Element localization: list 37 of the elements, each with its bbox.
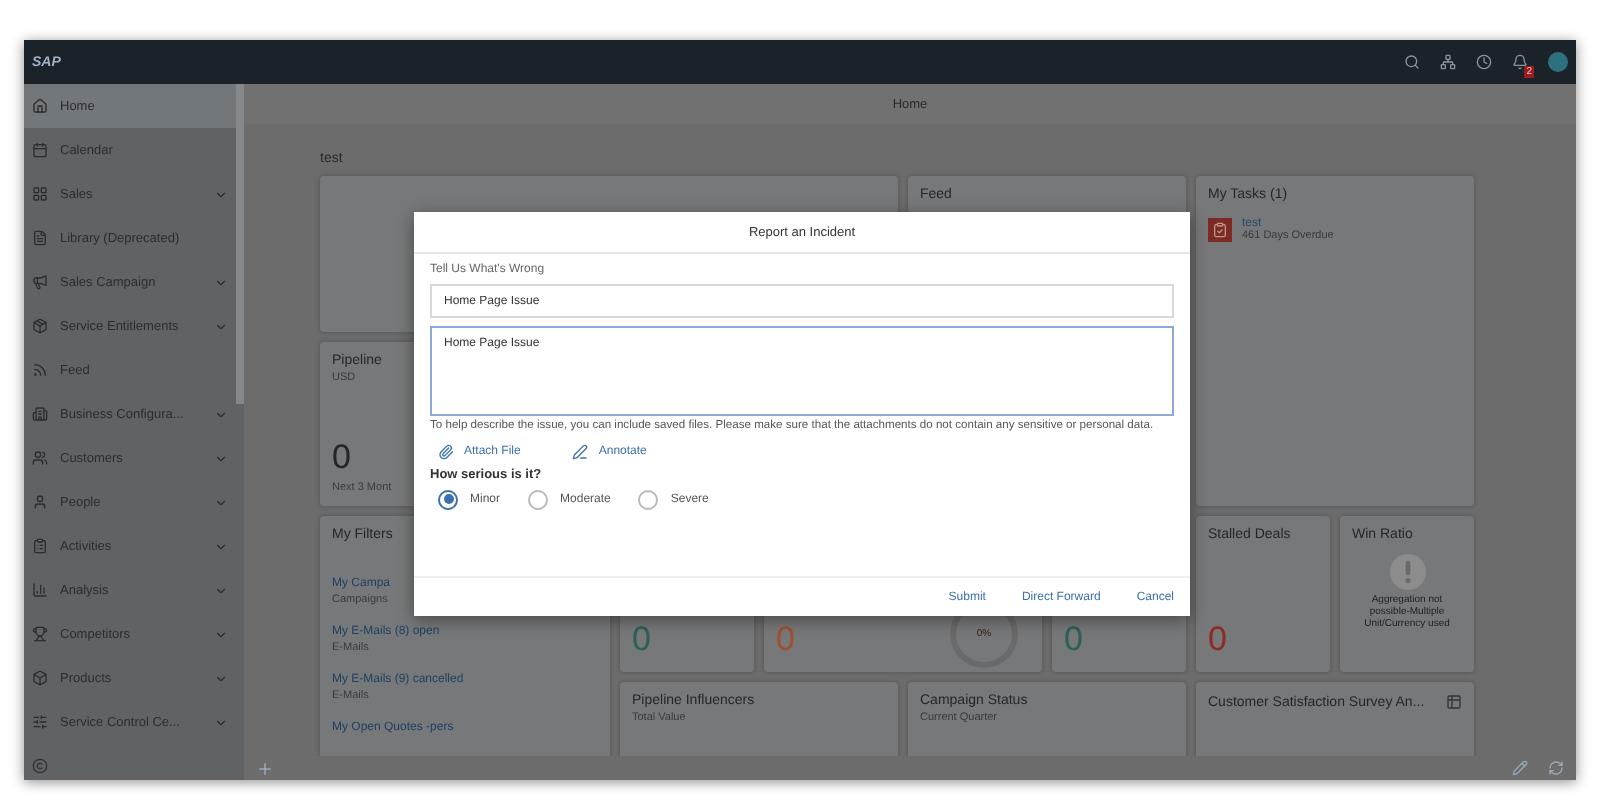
sliders-icon [32,714,48,730]
clipboard-icon [32,538,48,554]
grid-icon [32,186,48,202]
package-icon [32,318,48,334]
radio-circle[interactable] [528,489,549,510]
calendar-icon [32,142,48,158]
scrollbar[interactable] [236,84,244,404]
refresh-icon[interactable] [1548,760,1564,776]
avatar[interactable] [1548,52,1568,72]
bar-chart-icon [32,582,48,598]
box-icon [32,670,48,686]
table-icon[interactable] [1446,694,1462,710]
kpi-value: 0 [332,438,351,478]
radio-circle[interactable] [438,489,458,510]
trophy-icon [32,626,48,642]
pen-icon [572,443,589,460]
home-icon [32,98,48,114]
rss-icon [32,362,48,378]
kpi-value: 0 [1208,620,1227,660]
network-icon[interactable] [1440,54,1456,70]
kpi-value: 0 [1064,620,1083,660]
document-icon [32,230,48,246]
copyright-icon[interactable] [32,758,48,774]
attachment-icon [438,443,454,460]
clipboard-icon [1208,218,1232,242]
pencil-icon[interactable] [1512,760,1528,776]
search-icon[interactable] [1404,54,1420,70]
clock-icon[interactable] [1476,54,1492,70]
add-icon[interactable] [256,759,274,777]
radio-circle[interactable] [638,489,659,510]
megaphone-icon [32,274,48,290]
building-icon [32,406,48,422]
warning-icon [1389,554,1425,590]
users-icon [32,450,48,466]
kpi-value: 0 [632,620,651,660]
kpi-value: 0 [776,620,795,660]
user-icon [32,494,48,510]
